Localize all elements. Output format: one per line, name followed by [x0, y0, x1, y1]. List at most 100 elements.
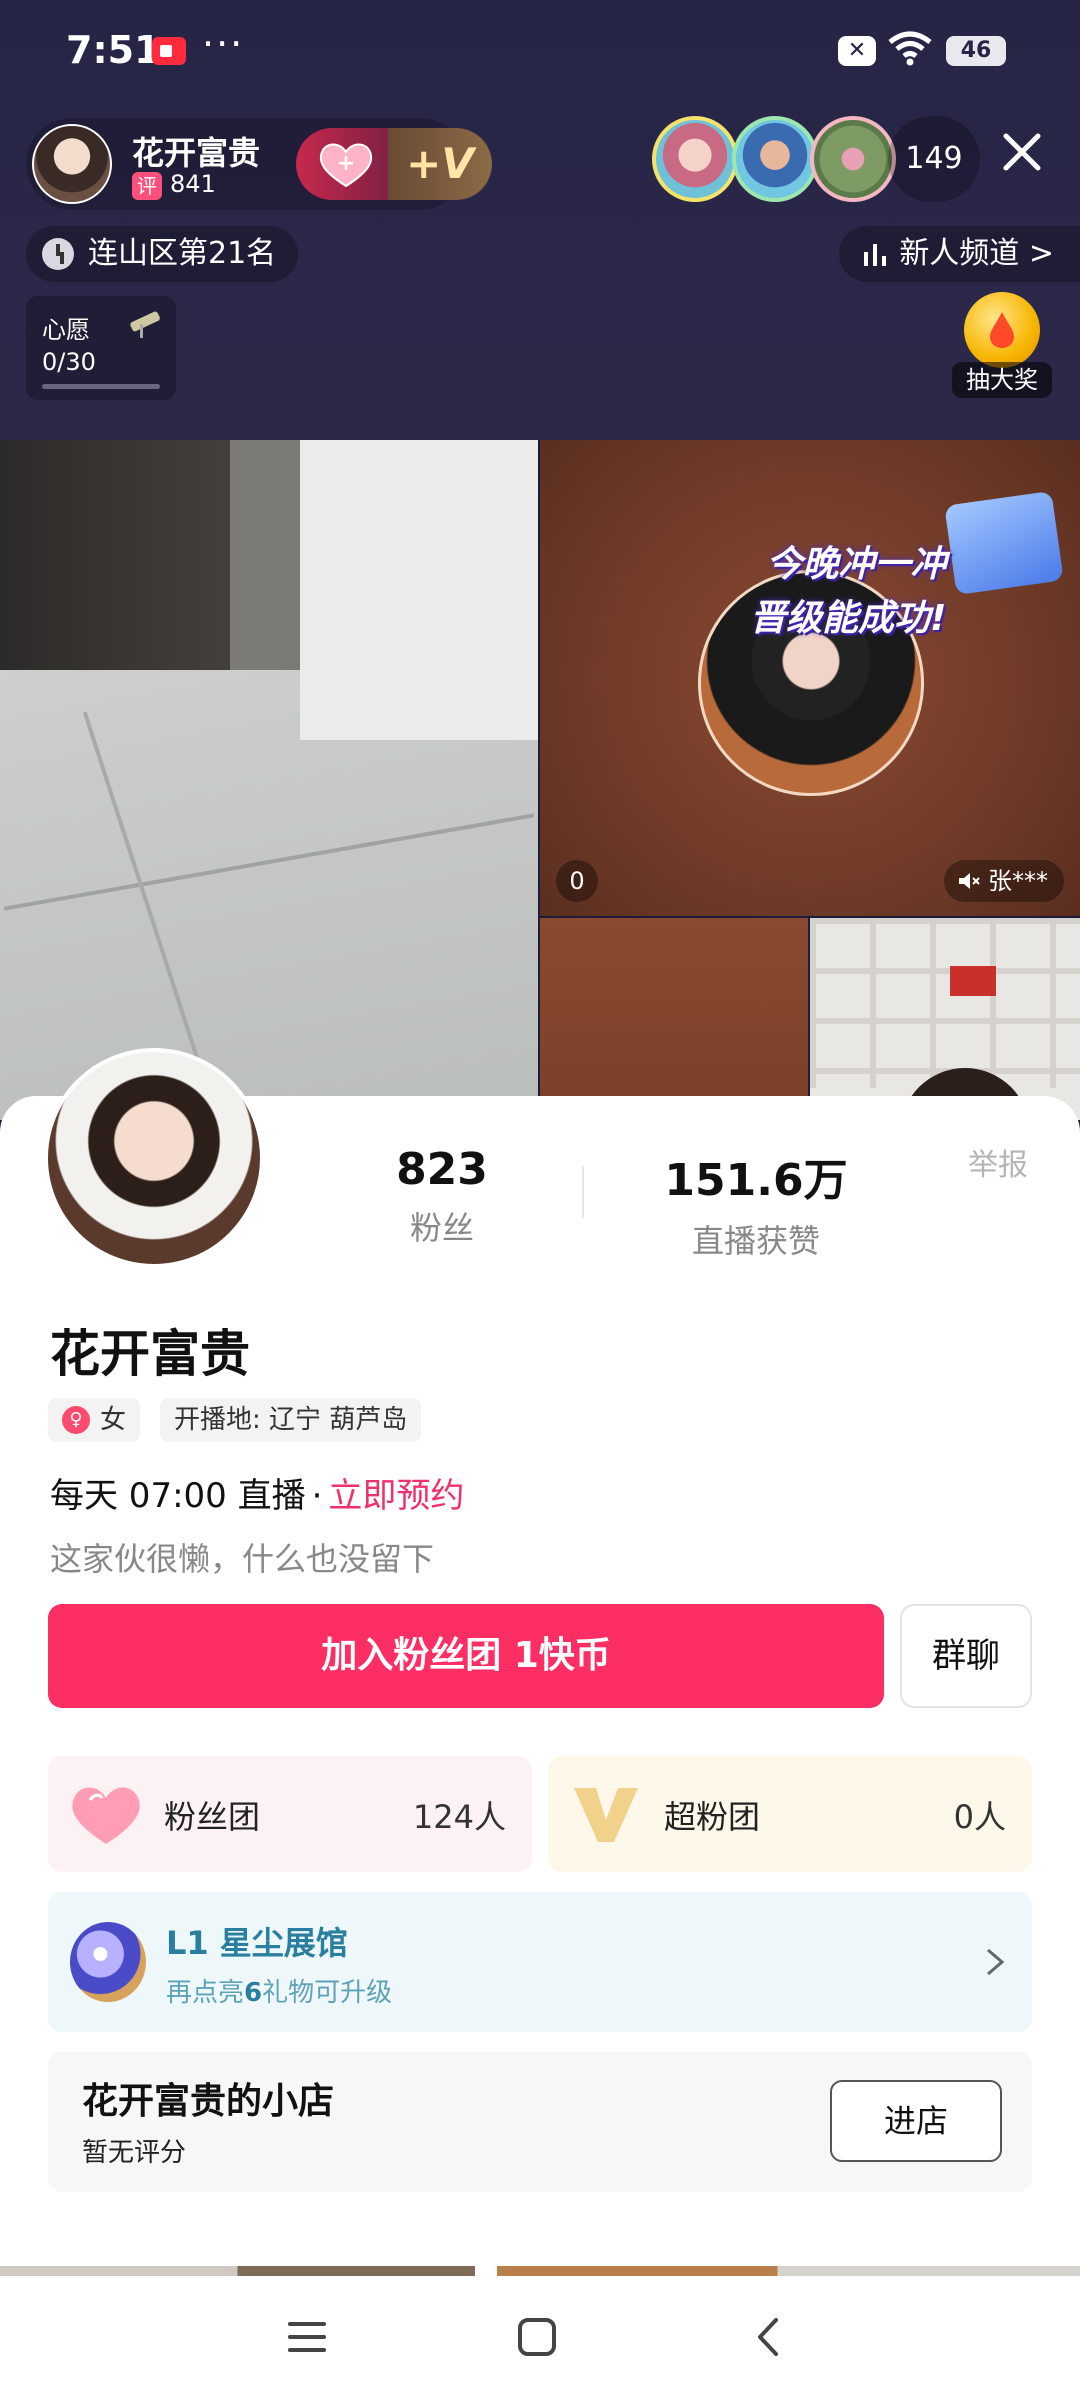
likes-label: 直播获赞	[691, 1222, 820, 1260]
gallery-subtitle: 再点亮6礼物可升级	[166, 1972, 392, 2009]
female-icon: ♀	[62, 1406, 90, 1434]
system-nav-bar	[0, 2276, 1080, 2400]
muted-user-name: 张***	[988, 867, 1048, 895]
viewer-avatar[interactable]	[732, 116, 818, 202]
heart-icon	[72, 1787, 140, 1844]
report-link[interactable]: 举报	[968, 1140, 1028, 1184]
super-fan-name: 超粉团	[664, 1798, 761, 1836]
video-red-box	[950, 966, 996, 996]
shop-rating: 暂无评分	[82, 2138, 187, 2168]
lottery-label: 抽大奖	[952, 362, 1052, 398]
viewer-count[interactable]: 149	[888, 116, 980, 202]
gallery-sub-suffix: 礼物可升级	[262, 1978, 393, 2008]
muted-user[interactable]: 张***	[944, 860, 1064, 902]
back-icon[interactable]	[744, 2312, 794, 2362]
fan-club-card[interactable]: 粉丝团 124人	[48, 1756, 532, 1872]
fan-club-button[interactable]: +	[296, 128, 396, 200]
fan-club-count: 124人	[412, 1798, 506, 1836]
cohost-score: 0	[556, 860, 598, 902]
stat-divider	[582, 1166, 584, 1218]
viewer-avatar[interactable]	[810, 116, 896, 202]
wish-title: 心愿	[42, 316, 90, 344]
svg-text:+: +	[337, 151, 355, 176]
fire-drop-icon	[990, 312, 1014, 348]
promo-badge-icon	[944, 490, 1064, 596]
close-icon[interactable]	[1000, 130, 1044, 174]
guest-video[interactable]	[810, 918, 1080, 1120]
enter-shop-button[interactable]: 进店	[830, 2080, 1002, 2162]
video-wall	[300, 440, 538, 740]
gallery-sub-number: 6	[244, 1978, 263, 2008]
gender-tag: ♀ 女	[48, 1398, 141, 1442]
promo-banner: 今晚冲一冲 晋级能成功!	[750, 538, 946, 646]
super-fan-count: 0人	[953, 1798, 1006, 1836]
region-rank[interactable]: 连山区第21名	[26, 226, 299, 282]
live-header: 7:51 ··· ✕ 46 花开富贵 评 841 + +V 149 连山区第21…	[0, 0, 1080, 440]
fans-label: 粉丝	[409, 1209, 474, 1247]
host-score: 841	[170, 170, 216, 198]
group-chat-button[interactable]: 群聊	[900, 1604, 1032, 1708]
channel-label: 新人频道 >	[899, 236, 1054, 271]
super-fan-card[interactable]: 超粉团 0人	[548, 1756, 1032, 1872]
fans-count: 823	[396, 1144, 488, 1195]
promo-line-2: 晋级能成功!	[750, 598, 947, 639]
gallery-title: L1 星尘展馆	[166, 1924, 348, 1962]
host-info[interactable]: 花开富贵 评 841 + +V	[26, 118, 492, 210]
super-fan-button[interactable]: +V	[388, 128, 492, 200]
fan-club-name: 粉丝团	[164, 1798, 261, 1836]
cohost-video[interactable]: 今晚冲一冲 晋级能成功! 0 张***	[540, 440, 1080, 916]
recent-apps-icon[interactable]	[282, 2312, 332, 2362]
chevron-right-icon	[987, 1948, 1005, 1976]
stardust-gallery[interactable]: L1 星尘展馆 再点亮6礼物可升级	[48, 1892, 1032, 2032]
schedule-text: 每天 07:00 直播	[50, 1476, 306, 1516]
schedule-separator: ·	[311, 1476, 323, 1516]
region-rank-label: 连山区第21名	[88, 236, 277, 271]
wish-progress: 0/30	[42, 348, 96, 376]
likes-stat[interactable]: 151.6万 直播获赞	[636, 1144, 876, 1262]
mute-icon	[959, 873, 980, 889]
video-shelf	[810, 918, 1080, 1088]
telescope-gift-icon	[130, 311, 160, 338]
wish-progress-bar	[42, 384, 160, 389]
likes-count: 151.6万	[664, 1155, 848, 1206]
clock-icon	[42, 238, 74, 270]
video-door-frame	[230, 440, 300, 670]
more-notifications-icon: ···	[202, 22, 245, 66]
promo-line-1: 今晚冲一冲	[766, 544, 947, 585]
profile-avatar[interactable]	[44, 1048, 264, 1268]
location-tag: 开播地: 辽宁 葫芦岛	[160, 1398, 422, 1442]
host-avatar[interactable]	[32, 124, 112, 204]
status-time: 7:51	[66, 28, 161, 72]
heart-plus-icon: +	[319, 143, 373, 188]
viewer-avatar[interactable]	[652, 116, 738, 202]
wifi-icon	[888, 31, 932, 66]
no-sim-icon: ✕	[838, 36, 876, 66]
reserve-link[interactable]: 立即预约	[328, 1476, 464, 1516]
lottery-button[interactable]: 抽大奖	[952, 292, 1052, 404]
new-user-channel[interactable]: 新人频道 >	[839, 226, 1080, 282]
profile-card: 823 粉丝 151.6万 直播获赞 举报 花开富贵 ♀ 女 开播地: 辽宁 葫…	[0, 1048, 1080, 2276]
content-strip	[0, 2266, 1080, 2276]
v-badge-icon	[574, 1788, 638, 1842]
host-video[interactable]	[0, 440, 538, 1120]
join-fan-club-button[interactable]: 加入粉丝团 1快币	[48, 1604, 884, 1708]
shop-card[interactable]: 花开富贵的小店 暂无评分 进店	[48, 2052, 1032, 2192]
bar-chart-icon	[864, 244, 887, 266]
profile-bio: 这家伙很懒，什么也没留下	[50, 1540, 435, 1578]
shop-title: 花开富贵的小店	[82, 2081, 335, 2122]
screen-record-icon	[152, 37, 186, 65]
guest-video[interactable]	[540, 918, 808, 1120]
fans-stat[interactable]: 823 粉丝	[322, 1144, 562, 1249]
crystal-ball-icon	[70, 1922, 146, 2002]
wish-widget[interactable]: 心愿 0/30	[26, 296, 176, 400]
live-schedule: 每天 07:00 直播 · 立即预约	[50, 1468, 464, 1517]
gender-label: 女	[100, 1405, 127, 1435]
battery-icon: 46	[946, 36, 1006, 66]
host-name: 花开富贵	[132, 134, 261, 172]
status-bar: 7:51 ··· ✕ 46	[0, 0, 1080, 100]
video-tile-line	[3, 813, 535, 911]
profile-name: 花开富贵	[50, 1325, 250, 1383]
gallery-sub-prefix: 再点亮	[166, 1978, 245, 2008]
home-icon[interactable]	[512, 2312, 562, 2362]
rating-badge: 评	[132, 172, 162, 200]
